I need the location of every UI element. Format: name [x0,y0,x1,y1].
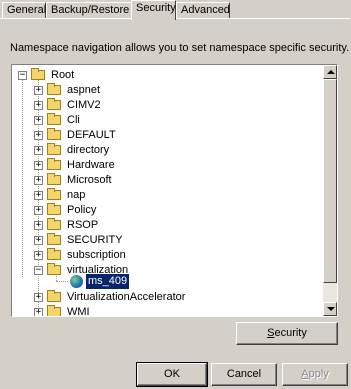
security-button-label: ecurity [274,327,307,339]
expand-icon[interactable]: + [34,176,43,185]
folder-icon [47,83,61,95]
collapse-icon[interactable]: − [18,71,27,80]
folder-icon [47,263,61,275]
expand-icon[interactable]: + [34,116,43,125]
expand-icon[interactable]: + [34,251,43,260]
tree-node-label: CIMV2 [67,99,101,111]
expand-icon[interactable]: + [34,131,43,140]
expand-icon[interactable]: + [34,86,43,95]
scroll-up-button[interactable] [323,65,337,79]
folder-icon [47,173,61,185]
tree-node-label-selected: ms_409 [84,273,131,290]
expand-icon[interactable]: + [34,146,43,155]
expand-icon[interactable]: + [34,101,43,110]
tree-connector [56,281,68,282]
tab-security[interactable]: Security [131,0,176,20]
tab-backup-restore[interactable]: Backup/Restore [46,2,132,18]
tab-general[interactable]: General [2,2,46,18]
tree-node-label: VirtualizationAccelerator [67,291,186,303]
apply-button-label: pply [308,368,329,380]
tree-node-label: Policy [67,204,97,216]
tab-backup-restore-label: Backup/Restore [51,4,130,16]
ok-button[interactable]: OK [136,362,208,387]
tab-advanced[interactable]: Advanced [176,2,230,18]
globe-icon [70,275,83,288]
expand-icon[interactable]: + [34,236,43,245]
tree-node-label: Hardware [67,159,115,171]
folder-icon [47,290,61,302]
vertical-scrollbar[interactable] [323,65,337,316]
tab-security-label: Security [136,2,176,14]
expand-icon[interactable]: + [34,191,43,200]
tree-node-label: subscription [67,249,126,261]
expand-icon[interactable]: + [34,308,43,316]
tree-node-label: Root [51,69,75,81]
folder-icon [31,68,45,80]
tree-connector [22,77,23,277]
expand-icon[interactable]: + [34,161,43,170]
cancel-button-label: Cancel [226,368,262,380]
tree-node-label: nap [67,189,86,201]
folder-icon [47,248,61,260]
folder-icon [47,128,61,140]
expand-icon[interactable]: + [34,293,43,302]
apply-button[interactable]: Apply [282,363,348,386]
expand-icon[interactable]: + [34,221,43,230]
folder-icon [47,188,61,200]
expand-icon[interactable]: + [34,206,43,215]
arrow-up-icon [327,70,335,74]
folder-icon [47,218,61,230]
tree-node-label: DEFAULT [67,129,116,141]
tree-node-label: RSOP [67,219,99,231]
scroll-down-button[interactable] [323,302,337,316]
folder-icon [47,143,61,155]
cancel-button[interactable]: Cancel [211,363,277,386]
folder-icon [47,98,61,110]
tab-advanced-label: Advanced [181,4,230,16]
folder-icon [47,203,61,215]
namespace-description: Namespace navigation allows you to set n… [10,42,350,54]
tree-node-label: WMI [67,306,90,316]
folder-icon [47,305,61,316]
scroll-thumb[interactable] [323,79,337,283]
tree-node-label: Cli [67,114,80,126]
security-button[interactable]: Security [236,322,338,345]
tree-node-label: aspnet [67,84,101,96]
tree-node-label: Microsoft [67,174,112,186]
folder-icon [47,113,61,125]
ok-button-label: OK [164,368,180,380]
folder-icon [47,233,61,245]
tree-node-label: directory [67,144,110,156]
collapse-icon[interactable]: − [34,266,43,275]
tab-general-label: General [7,4,47,16]
namespace-tree[interactable]: − Root + aspnet + CIMV2 + Cli + DEFAULT + dir… [11,64,338,317]
folder-icon [47,158,61,170]
arrow-down-icon [327,307,335,311]
apply-button-mnemonic: A [301,368,309,380]
tree-node-label: SECURITY [67,234,123,246]
